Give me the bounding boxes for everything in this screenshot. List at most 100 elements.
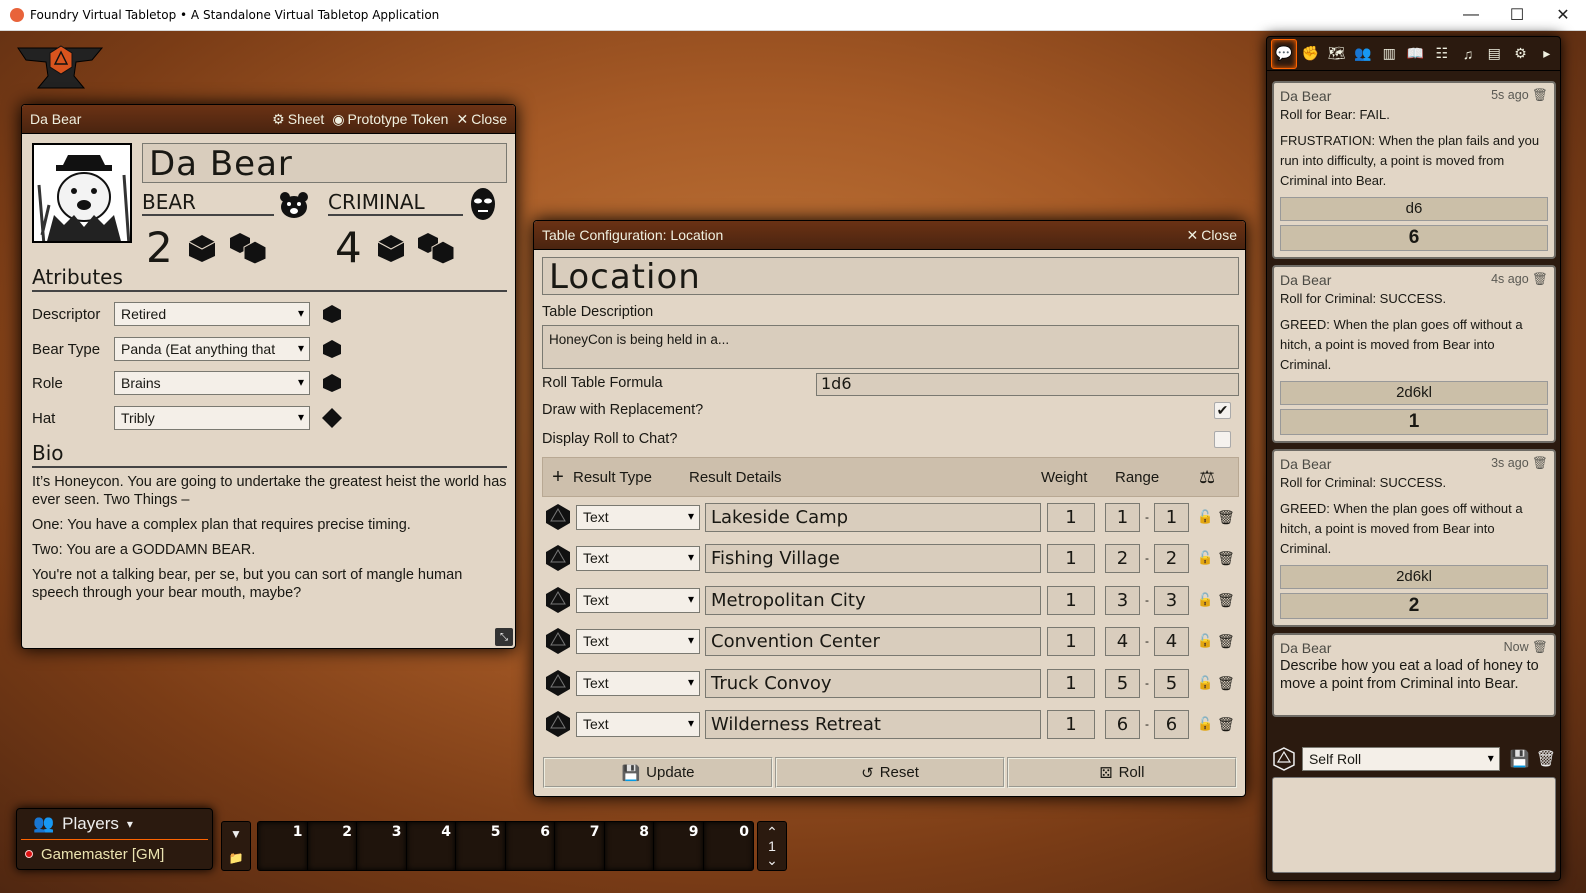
d20-icon[interactable] bbox=[544, 710, 572, 738]
delete-message-icon[interactable]: 🗑 bbox=[1532, 88, 1548, 102]
combat-tab-icon[interactable]: ✊ bbox=[1297, 39, 1323, 69]
lock-icon[interactable]: 🔓 bbox=[1197, 633, 1217, 649]
range-low-input[interactable]: 4 bbox=[1105, 626, 1140, 656]
actor-name-input[interactable]: Da Bear bbox=[142, 143, 507, 184]
result-weight-input[interactable]: 1 bbox=[1047, 668, 1095, 698]
delete-message-icon[interactable]: 🗑 bbox=[1532, 640, 1548, 654]
result-type-select[interactable]: Text bbox=[576, 628, 700, 654]
d6-icon[interactable] bbox=[322, 339, 342, 359]
result-text-input[interactable]: Truck Convoy bbox=[705, 668, 1041, 698]
actor-sheet-header[interactable]: Da Bear ⚙ Sheet ◉ Prototype Token ✕ Clos… bbox=[22, 105, 515, 134]
result-type-select[interactable]: Text bbox=[576, 670, 700, 696]
macro-slot[interactable]: 6 bbox=[505, 822, 555, 870]
d6-icon[interactable] bbox=[322, 373, 342, 393]
d20-icon[interactable] bbox=[544, 627, 572, 655]
d8-icon[interactable] bbox=[322, 408, 342, 428]
bear-stat-value[interactable]: 2 bbox=[146, 227, 173, 269]
lock-icon[interactable]: 🔓 bbox=[1197, 550, 1217, 566]
reset-button[interactable]: ↺ Reset bbox=[775, 757, 1005, 788]
trash-icon[interactable]: 🗑 bbox=[1217, 509, 1235, 526]
chevron-down-icon[interactable]: ⌄ bbox=[766, 853, 778, 867]
table-config-header[interactable]: Table Configuration: Location ✕ Close bbox=[534, 221, 1245, 250]
dice-total[interactable]: 6 bbox=[1280, 225, 1548, 251]
actors-tab-icon[interactable]: 👥 bbox=[1350, 39, 1376, 69]
range-low-input[interactable]: 1 bbox=[1105, 502, 1140, 532]
macro-slot[interactable]: 1 bbox=[258, 822, 308, 870]
maximize-button[interactable]: ☐ bbox=[1494, 0, 1540, 30]
result-type-select[interactable]: Text bbox=[576, 504, 700, 530]
chat-message-input[interactable] bbox=[1272, 777, 1556, 873]
roll-button[interactable]: ⚄ Roll bbox=[1007, 757, 1237, 788]
close-window-button[interactable]: ✕ bbox=[1540, 0, 1586, 30]
descriptor-select[interactable]: Retired bbox=[114, 302, 310, 326]
prototype-token-button[interactable]: ◉ Prototype Token bbox=[332, 111, 448, 128]
actor-close-button[interactable]: ✕ Close bbox=[456, 111, 507, 128]
range-high-input[interactable]: 3 bbox=[1154, 585, 1189, 615]
minimize-button[interactable]: — bbox=[1448, 0, 1494, 30]
result-text-input[interactable]: Convention Center bbox=[705, 626, 1041, 656]
sheet-config-button[interactable]: ⚙ Sheet bbox=[272, 111, 324, 128]
table-close-button[interactable]: ✕ Close bbox=[1186, 227, 1237, 244]
caret-down-icon[interactable]: ▼ bbox=[230, 827, 242, 841]
replacement-checkbox[interactable]: ✔ bbox=[1214, 402, 1231, 419]
range-low-input[interactable]: 3 bbox=[1105, 585, 1140, 615]
double-dice-icon[interactable] bbox=[417, 231, 455, 265]
range-high-input[interactable]: 1 bbox=[1154, 502, 1189, 532]
d20-icon[interactable] bbox=[544, 503, 572, 531]
result-weight-input[interactable]: 1 bbox=[1047, 626, 1095, 656]
collapse-sidebar-icon[interactable]: ▸ bbox=[1534, 39, 1560, 69]
items-tab-icon[interactable]: ▥ bbox=[1376, 39, 1402, 69]
d20-roll-icon[interactable] bbox=[1272, 747, 1296, 771]
d6-icon[interactable] bbox=[322, 304, 342, 324]
roll-mode-select[interactable]: Self Roll bbox=[1301, 747, 1500, 771]
range-high-input[interactable]: 5 bbox=[1154, 668, 1189, 698]
range-high-input[interactable]: 4 bbox=[1154, 626, 1189, 656]
result-text-input[interactable]: Wilderness Retreat bbox=[705, 709, 1041, 739]
compendium-tab-icon[interactable]: ▤ bbox=[1481, 39, 1507, 69]
export-chat-icon[interactable]: 💾 bbox=[1510, 749, 1530, 769]
dice-formula[interactable]: 2d6kl bbox=[1280, 565, 1548, 589]
display-roll-checkbox[interactable] bbox=[1214, 431, 1231, 448]
tables-tab-icon[interactable]: ☷ bbox=[1429, 39, 1455, 69]
criminal-stat-value[interactable]: 4 bbox=[335, 227, 362, 269]
hat-select[interactable]: Tribly bbox=[114, 406, 310, 430]
role-select[interactable]: Brains bbox=[114, 371, 310, 395]
scenes-tab-icon[interactable]: 🗺 bbox=[1324, 39, 1350, 69]
result-text-input[interactable]: Metropolitan City bbox=[705, 585, 1041, 615]
trash-icon[interactable]: 🗑 bbox=[1217, 550, 1235, 567]
update-button[interactable]: 💾 Update bbox=[543, 757, 773, 788]
range-low-input[interactable]: 5 bbox=[1105, 668, 1140, 698]
trash-icon[interactable]: 🗑 bbox=[1217, 592, 1235, 609]
range-low-input[interactable]: 2 bbox=[1105, 543, 1140, 573]
macro-slot[interactable]: 8 bbox=[604, 822, 654, 870]
playlists-tab-icon[interactable]: ♫ bbox=[1455, 39, 1481, 69]
resize-handle-icon[interactable]: ⤡ bbox=[495, 628, 513, 646]
table-name-input[interactable]: Location bbox=[542, 257, 1239, 296]
player-item[interactable]: Gamemaster [GM] bbox=[17, 840, 212, 868]
macro-slot[interactable]: 9 bbox=[654, 822, 704, 870]
macro-slot[interactable]: 5 bbox=[456, 822, 506, 870]
lock-icon[interactable]: 🔓 bbox=[1197, 509, 1217, 525]
settings-tab-icon[interactable]: ⚙ bbox=[1507, 39, 1533, 69]
d20-icon[interactable] bbox=[544, 586, 572, 614]
result-type-select[interactable]: Text bbox=[576, 711, 700, 737]
dice-formula[interactable]: 2d6kl bbox=[1280, 381, 1548, 405]
macro-slot[interactable]: 0 bbox=[703, 822, 753, 870]
single-die-icon[interactable] bbox=[376, 233, 406, 263]
foundry-anvil-logo[interactable] bbox=[14, 42, 108, 94]
result-type-select[interactable]: Text bbox=[576, 545, 700, 571]
lock-icon[interactable]: 🔓 bbox=[1197, 675, 1217, 691]
macro-slot[interactable]: 7 bbox=[555, 822, 605, 870]
lock-icon[interactable]: 🔓 bbox=[1197, 716, 1217, 732]
result-text-input[interactable]: Fishing Village bbox=[705, 543, 1041, 573]
dice-total[interactable]: 1 bbox=[1280, 409, 1548, 435]
bear-type-select[interactable]: Panda (Eat anything that bbox=[114, 337, 310, 361]
bio-text[interactable]: It’s Honeycon. You are going to undertak… bbox=[32, 473, 510, 609]
result-text-input[interactable]: Lakeside Camp bbox=[705, 502, 1041, 532]
actor-portrait[interactable] bbox=[32, 143, 132, 243]
delete-message-icon[interactable]: 🗑 bbox=[1532, 456, 1548, 470]
double-dice-icon[interactable] bbox=[229, 231, 267, 265]
delete-message-icon[interactable]: 🗑 bbox=[1532, 272, 1548, 286]
folder-icon[interactable]: 📁 bbox=[229, 851, 244, 865]
result-type-select[interactable]: Text bbox=[576, 587, 700, 613]
